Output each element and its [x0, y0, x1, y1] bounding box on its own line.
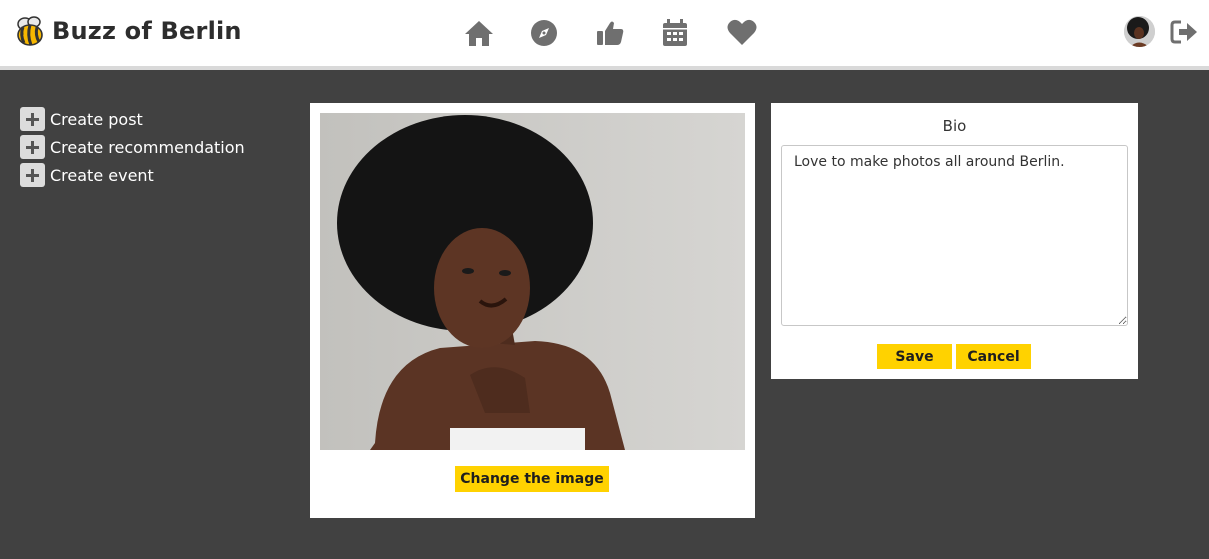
save-button[interactable]: Save: [877, 344, 952, 369]
create-recommendation-button[interactable]: Create recommendation: [20, 133, 245, 161]
profile-image-card: Change the image: [310, 103, 755, 518]
create-post-button[interactable]: Create post: [20, 105, 245, 133]
compass-icon[interactable]: [528, 17, 560, 49]
header-divider: [0, 66, 1209, 70]
sidebar-item-label: Create recommendation: [50, 137, 245, 157]
sidebar-actions: Create post Create recommendation Create…: [20, 105, 245, 189]
sidebar-item-label: Create post: [50, 109, 143, 129]
plus-icon: [20, 135, 45, 159]
plus-icon: [20, 163, 45, 187]
home-icon[interactable]: [463, 17, 495, 49]
bio-textarea[interactable]: Love to make photos all around Berlin.: [781, 145, 1128, 326]
brand[interactable]: Buzz of Berlin: [14, 14, 242, 48]
profile-photo: [320, 113, 745, 450]
top-navbar: Buzz of Berlin: [0, 0, 1209, 66]
thumbs-up-icon[interactable]: [594, 17, 626, 49]
cancel-button[interactable]: Cancel: [956, 344, 1031, 369]
sidebar-item-label: Create event: [50, 165, 154, 185]
calendar-icon[interactable]: [659, 17, 691, 49]
bee-icon: [17, 16, 43, 46]
logout-icon[interactable]: [1170, 19, 1198, 45]
heart-icon[interactable]: [726, 17, 758, 49]
create-event-button[interactable]: Create event: [20, 161, 245, 189]
change-image-button[interactable]: Change the image: [455, 466, 609, 492]
plus-icon: [20, 107, 45, 131]
bio-heading: Bio: [942, 117, 967, 135]
app-title: Buzz of Berlin: [52, 17, 242, 45]
avatar[interactable]: [1124, 16, 1155, 47]
bio-card: Bio Love to make photos all around Berli…: [771, 103, 1138, 379]
